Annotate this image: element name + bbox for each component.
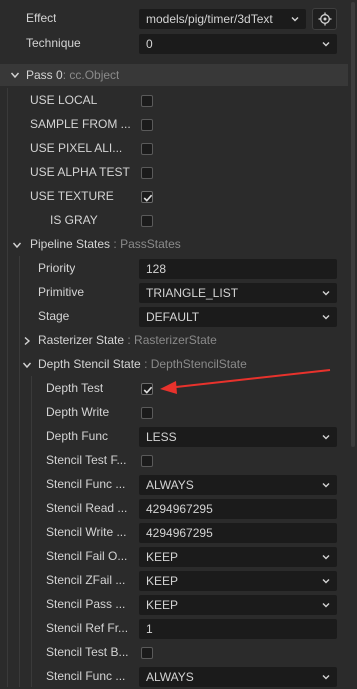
- annotation-arrow: [160, 369, 331, 394]
